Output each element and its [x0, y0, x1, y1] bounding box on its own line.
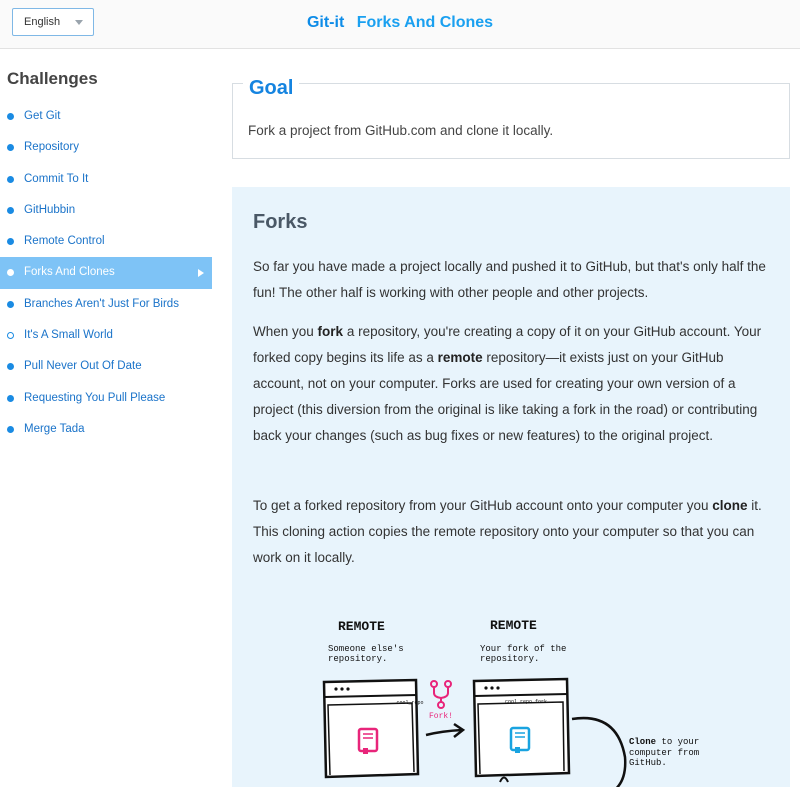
lesson-paragraph-1: So far you have made a project locally a… [253, 259, 766, 300]
completed-status-icon [7, 269, 14, 277]
completed-status-icon [7, 363, 14, 371]
term-remote: remote [437, 350, 483, 365]
sidebar-item-forks-and-clones[interactable]: Forks And Clones [0, 257, 212, 289]
challenge-list: Get Git Repository Commit To It GitHubbin Re… [0, 101, 212, 445]
completed-status-icon [7, 144, 14, 152]
sidebar-item-label: It's A Small World [24, 329, 113, 342]
sidebar-item-commit-to-it[interactable]: Commit To It [0, 164, 212, 195]
goal-title: Goal [243, 77, 300, 100]
completed-status-icon [7, 425, 14, 433]
page-title: Git-it Forks And Clones [0, 14, 800, 32]
clone-caption-bold: Clone [629, 737, 657, 747]
term-fork: fork [317, 324, 344, 339]
sidebar-item-get-git[interactable]: Get Git [0, 101, 212, 132]
fork-clone-illustration: REMOTE Someone else's repository. REMOTE… [292, 607, 732, 787]
sidebar-item-label: Repository [24, 141, 79, 154]
sidebar-item-merge-tada[interactable]: Merge Tada [0, 414, 212, 445]
text-segment: To get a forked repository from your Git… [253, 498, 713, 513]
left-repo-name: cool_repo [396, 700, 424, 706]
sidebar-item-label: Merge Tada [24, 422, 85, 435]
goal-box: Goal Fork a project from GitHub.com and … [232, 77, 790, 159]
sidebar-item-pull-never-out-of-date[interactable]: Pull Never Out Of Date [0, 351, 212, 382]
sidebar-item-label: GitHubbin [24, 203, 76, 216]
sidebar-item-label: Requesting You Pull Please [24, 391, 166, 404]
completed-status-icon [7, 113, 14, 120]
completed-status-icon [7, 175, 14, 183]
current-arrow-icon [198, 269, 204, 278]
sidebar-item-it-s-a-small-world[interactable]: It's A Small World [0, 320, 212, 351]
app-name: Git-it [306, 14, 345, 31]
lesson-paragraph-2: When you fork a repository, you're creat… [253, 319, 773, 449]
sidebar-item-label: Pull Never Out Of Date [24, 360, 142, 373]
sidebar-item-label: Commit To It [24, 172, 89, 185]
lesson-panel: Forks So far you have made a project loc… [232, 187, 790, 787]
completed-status-icon [7, 300, 14, 308]
sidebar-heading: Challenges [7, 69, 98, 88]
lesson-paragraph-3: To get a forked repository from your Git… [253, 493, 773, 571]
sidebar-item-label: Forks And Clones [24, 266, 115, 279]
goal-text: Fork a project from GitHub.com and clone… [248, 123, 554, 138]
completed-status-icon [7, 206, 14, 214]
lesson-heading: Forks [253, 211, 308, 233]
current-challenge-title: Forks And Clones [356, 14, 494, 31]
sidebar-item-label: Get Git [24, 110, 61, 122]
sidebar-item-branches-aren-t-just-for-birds[interactable]: Branches Aren't Just For Birds [0, 289, 212, 320]
clone-caption: Clone to your computer from GitHub. [629, 737, 719, 769]
sidebar-item-label: Remote Control [24, 235, 105, 248]
sidebar-item-remote-control[interactable]: Remote Control [0, 226, 212, 257]
term-clone: clone [712, 498, 748, 513]
sidebar-item-label: Branches Aren't Just For Birds [24, 297, 179, 310]
fork-label: Fork! [429, 712, 454, 721]
sidebar-item-requesting-you-pull-please[interactable]: Requesting You Pull Please [0, 383, 212, 414]
incomplete-status-icon [7, 332, 14, 340]
right-repo-name: cool_repo.fork [504, 699, 547, 705]
sidebar-item-repository[interactable]: Repository [0, 132, 212, 163]
fork-arrow-icon [425, 722, 466, 738]
fork-icon [430, 680, 452, 709]
sidebar-item-githubbin[interactable]: GitHubbin [0, 195, 212, 226]
top-bar: English Git-it Forks And Clones [0, 0, 800, 49]
completed-status-icon [7, 238, 14, 246]
text-segment: When you [253, 324, 318, 339]
completed-status-icon [7, 394, 14, 402]
